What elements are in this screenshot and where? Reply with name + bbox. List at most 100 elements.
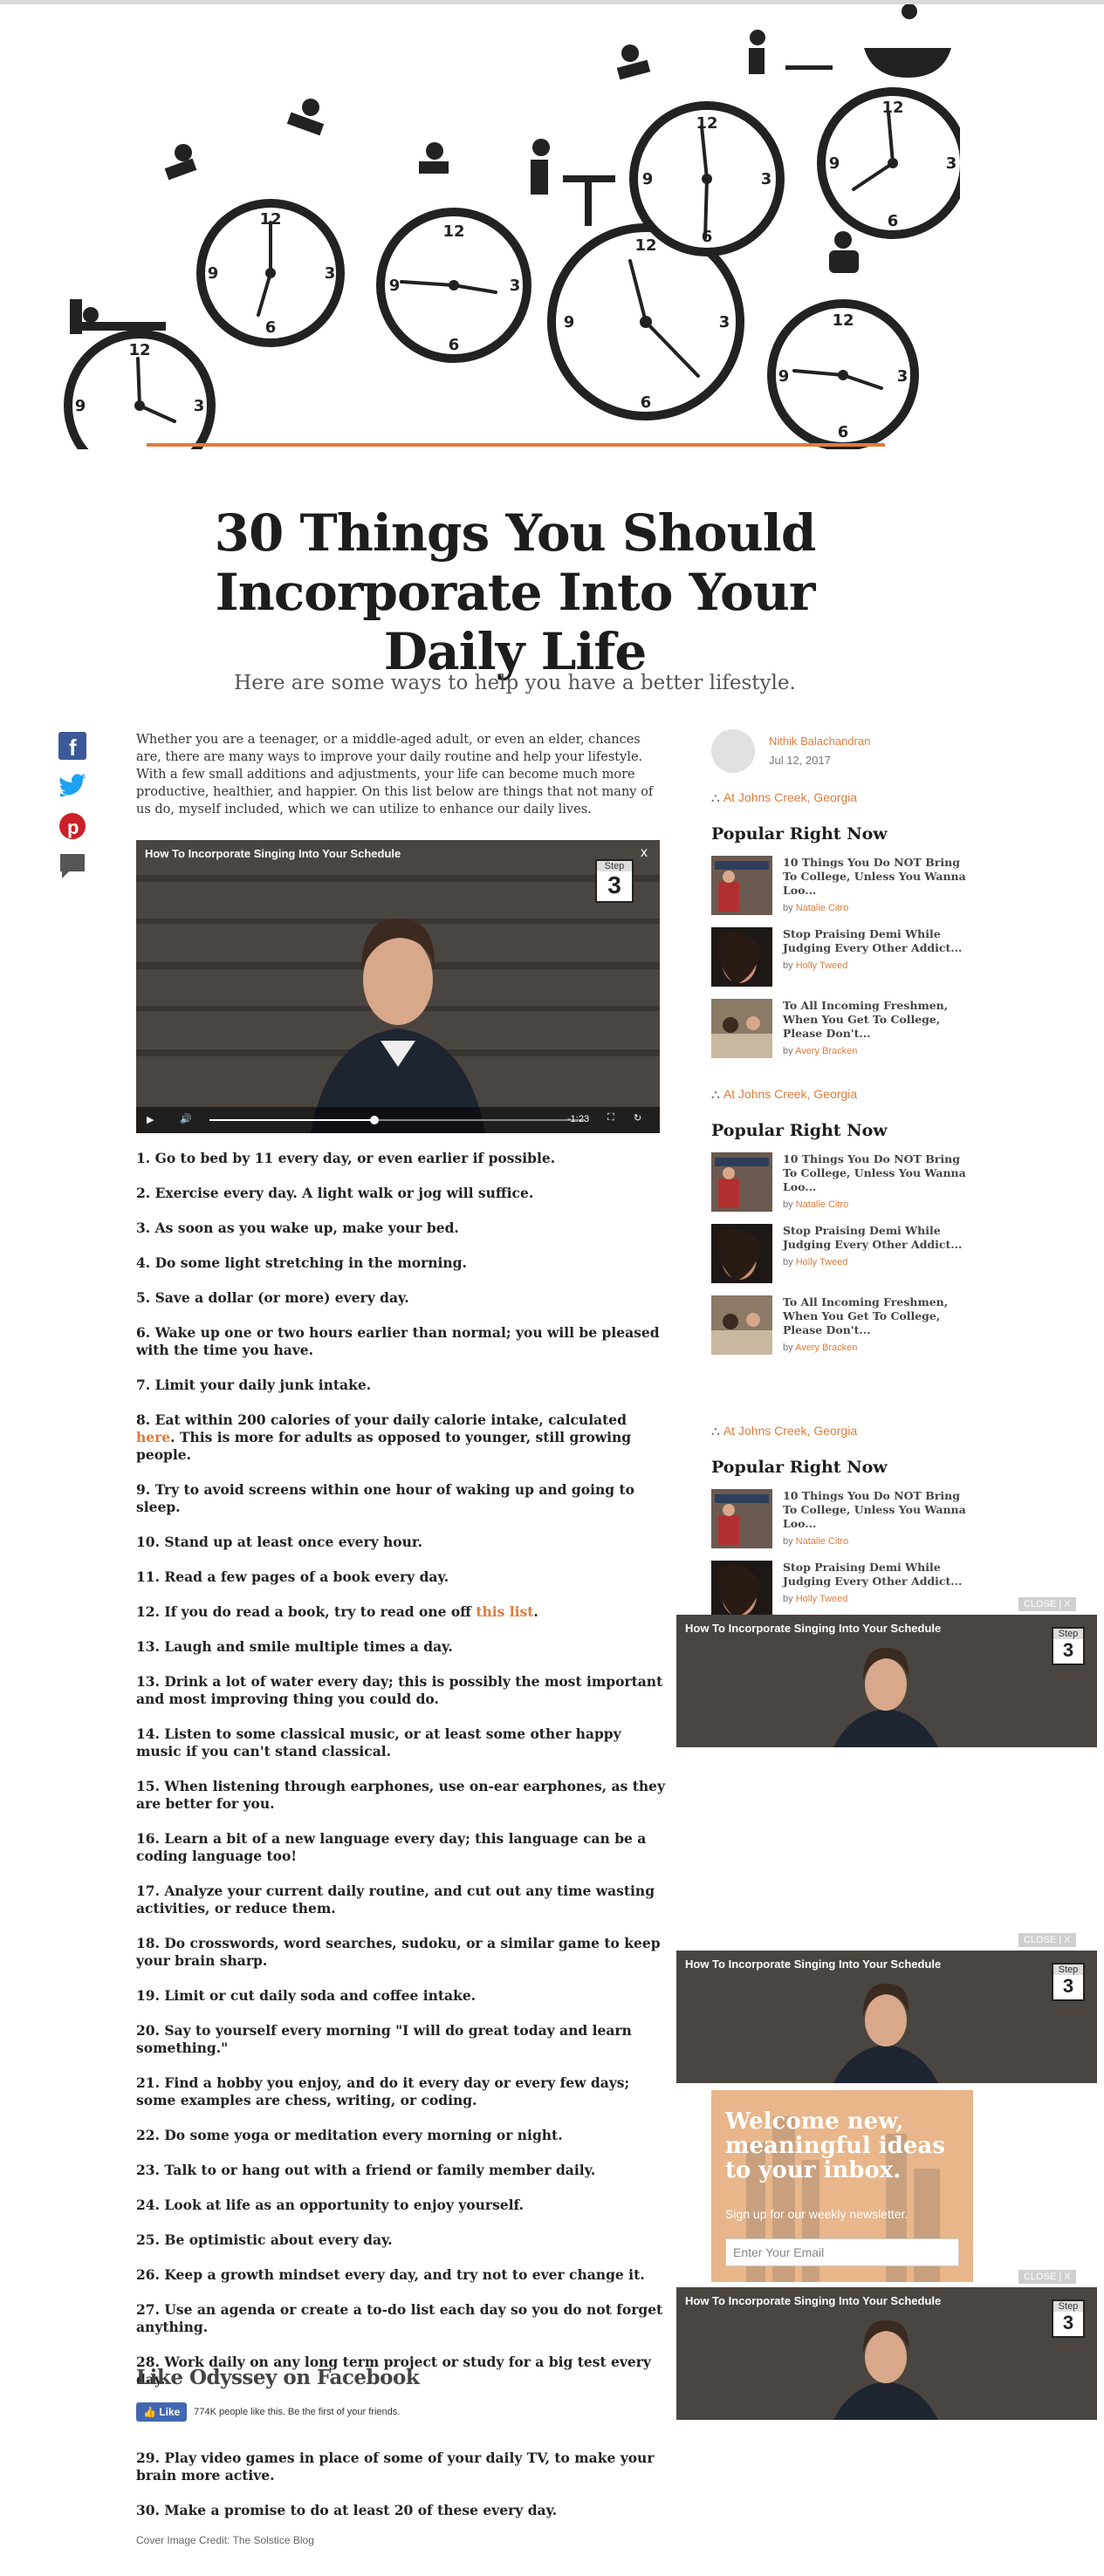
avatar[interactable] — [711, 729, 755, 773]
share-video-icon[interactable]: ↻ — [634, 1112, 641, 1124]
popular-byline: by Natalie Citro — [783, 1199, 849, 1210]
list-item: 12. If you do read a book, try to read o… — [136, 1603, 538, 1620]
list-item: 23. Talk to or hang out with a friend or… — [136, 2162, 596, 2178]
float-video-close-button[interactable]: CLOSE | X — [1018, 1933, 1076, 1947]
list-item: 13. Laugh and smile multiple times a day… — [136, 1638, 453, 1655]
location-text: At Johns Creek, Georgia — [723, 1087, 858, 1101]
popular-item[interactable]: Stop Praising Demi While Judging Every O… — [711, 1224, 973, 1283]
list-item: 22. Do some yoga or meditation every mor… — [136, 2127, 563, 2143]
popular-byline: by Natalie Citro — [783, 903, 849, 913]
popular-item[interactable]: 10 Things You Do NOT Bring To College, U… — [711, 1489, 973, 1548]
svg-text:9: 9 — [75, 397, 86, 415]
list-item: 27. Use an agenda or create a to-do list… — [136, 2301, 663, 2335]
popular-item[interactable]: To All Incoming Freshmen, When You Get T… — [711, 1295, 973, 1355]
article-list: 1. Go to bed by 11 every day, or even ea… — [136, 1150, 669, 2406]
list-item: 5. Save a dollar (or more) every day. — [136, 1289, 409, 1306]
location-icon: ⛬ — [711, 790, 720, 804]
location-link[interactable]: ⛬ At Johns Creek, Georgia — [711, 1087, 973, 1102]
page-title: 30 Things You Should Incorporate Into Yo… — [214, 502, 817, 681]
svg-text:3: 3 — [897, 367, 909, 386]
popular-author[interactable]: Natalie Citro — [796, 1199, 849, 1210]
svg-text:12: 12 — [259, 210, 281, 229]
popular-author[interactable]: Avery Bracken — [795, 1343, 857, 1353]
video-progress-bar[interactable] — [209, 1116, 585, 1124]
svg-text:3: 3 — [194, 397, 205, 415]
publish-date: Jul 12, 2017 — [769, 754, 831, 767]
floating-video-player[interactable]: How To Incorporate Singing Into Your Sch… — [676, 1615, 1097, 1747]
list-item: 24. Look at life as an opportunity to en… — [136, 2197, 525, 2213]
list-item: 19. Limit or cut daily soda and coffee i… — [136, 1987, 477, 2004]
location-link[interactable]: ⛬ At Johns Creek, Georgia — [711, 790, 973, 805]
list-item: 10. Stand up at least once every hour. — [136, 1534, 423, 1550]
video-close-button[interactable]: x — [641, 845, 648, 861]
list-item: 1. Go to bed by 11 every day, or even ea… — [136, 1150, 556, 1166]
share-bar: f p — [58, 731, 89, 892]
hero-illustration: 12 3 6 9 12 3 6 9 12 3 6 9 12 3 6 9 12 3 6 9 12 3 6 9 12 3 9 — [52, 4, 960, 449]
svg-text:12: 12 — [128, 341, 150, 359]
video-player[interactable]: How To Incorporate Singing Into Your Sch… — [136, 840, 660, 1133]
svg-text:12: 12 — [832, 311, 854, 330]
popular-heading: Popular Right Now — [711, 1121, 888, 1140]
list-item: 4. Do some light stretching in the morni… — [136, 1254, 467, 1271]
popular-author[interactable]: Holly Tweed — [796, 960, 848, 971]
facebook-like-count: 774K people like this. Be the first of y… — [194, 2407, 401, 2417]
popular-item[interactable]: Stop Praising Demi While Judging Every O… — [711, 927, 973, 987]
video-title: How To Incorporate Singing Into Your Sch… — [685, 1958, 942, 1971]
svg-text:9: 9 — [829, 154, 840, 173]
facebook-like-button[interactable]: 👍 Like — [136, 2402, 188, 2422]
step-badge: Step 3 — [1052, 1963, 1085, 2001]
facebook-share-icon[interactable]: f — [58, 731, 87, 761]
svg-text:p: p — [67, 817, 79, 838]
float-video-close-button[interactable]: CLOSE | X — [1018, 2270, 1076, 2284]
popular-author[interactable]: Natalie Citro — [796, 1536, 849, 1547]
popular-author[interactable]: Holly Tweed — [796, 1594, 848, 1604]
svg-text:3: 3 — [946, 154, 957, 173]
video-progress-knob[interactable] — [370, 1116, 380, 1124]
popular-thumbnail — [711, 1224, 772, 1283]
popular-author[interactable]: Holly Tweed — [796, 1257, 848, 1268]
twitter-share-icon[interactable] — [58, 771, 87, 801]
svg-text:12: 12 — [634, 236, 656, 255]
list-item: 14. Listen to some classical music, or a… — [136, 1725, 621, 1759]
popular-thumbnail — [711, 1489, 772, 1548]
popular-heading: Popular Right Now — [711, 1458, 888, 1477]
popular-item[interactable]: Stop Praising Demi While Judging Every O… — [711, 1561, 973, 1620]
facebook-like-widget: 👍 Like 774K people like this. Be the fir… — [136, 2402, 400, 2422]
popular-author[interactable]: Natalie Citro — [796, 903, 849, 913]
comment-icon[interactable] — [58, 851, 87, 881]
popular-title: To All Incoming Freshmen, When You Get T… — [783, 999, 949, 1040]
popular-item[interactable]: 10 Things You Do NOT Bring To College, U… — [711, 1152, 973, 1212]
floating-video-player[interactable]: How To Incorporate Singing Into Your Sch… — [676, 2287, 1097, 2420]
svg-text:12: 12 — [881, 99, 903, 117]
list-item: 11. Read a few pages of a book every day… — [136, 1568, 449, 1585]
newsletter-subtitle: Sign up for our weekly newsletter. — [725, 2207, 909, 2221]
list-item: 7. Limit your daily junk intake. — [136, 1377, 372, 1393]
list-item: 17. Analyze your current daily routine, … — [136, 1882, 655, 1917]
author-name[interactable]: Nithik Balachandran — [769, 735, 870, 748]
svg-text:3: 3 — [761, 170, 772, 188]
volume-icon[interactable]: 🔊 — [180, 1113, 192, 1124]
facebook-like-label: Like — [159, 2406, 181, 2418]
popular-item[interactable]: 10 Things You Do NOT Bring To College, U… — [711, 856, 973, 915]
location-link[interactable]: ⛬ At Johns Creek, Georgia — [711, 1424, 973, 1438]
location-text: At Johns Creek, Georgia — [723, 790, 858, 804]
location-text: At Johns Creek, Georgia — [723, 1424, 858, 1438]
svg-text:6: 6 — [888, 212, 899, 230]
popular-author[interactable]: Avery Bracken — [795, 1046, 857, 1056]
svg-text:3: 3 — [325, 264, 336, 283]
fullscreen-icon[interactable]: ⛶ — [607, 1112, 614, 1124]
email-field[interactable]: Enter Your Email — [725, 2238, 959, 2266]
float-video-close-button[interactable]: CLOSE | X — [1018, 1597, 1076, 1611]
popular-item[interactable]: To All Incoming Freshmen, When You Get T… — [711, 999, 973, 1058]
floating-video-player[interactable]: How To Incorporate Singing Into Your Sch… — [676, 1951, 1097, 2083]
newsletter-title: Welcome new, meaningful ideas to your in… — [725, 2108, 945, 2183]
play-icon[interactable]: ▶ — [147, 1114, 154, 1125]
book-list-link[interactable]: this list — [476, 1603, 533, 1620]
list-item: 20. Say to yourself every morning "I wil… — [136, 2022, 632, 2056]
popular-byline: by Avery Bracken — [783, 1343, 858, 1353]
calorie-calculator-link[interactable]: here — [136, 1429, 170, 1445]
pinterest-share-icon[interactable]: p — [58, 811, 87, 841]
svg-text:f: f — [69, 735, 77, 760]
step-badge: Step 3 — [1052, 2299, 1085, 2338]
list-item: 9. Try to avoid screens within one hour … — [136, 1481, 634, 1515]
